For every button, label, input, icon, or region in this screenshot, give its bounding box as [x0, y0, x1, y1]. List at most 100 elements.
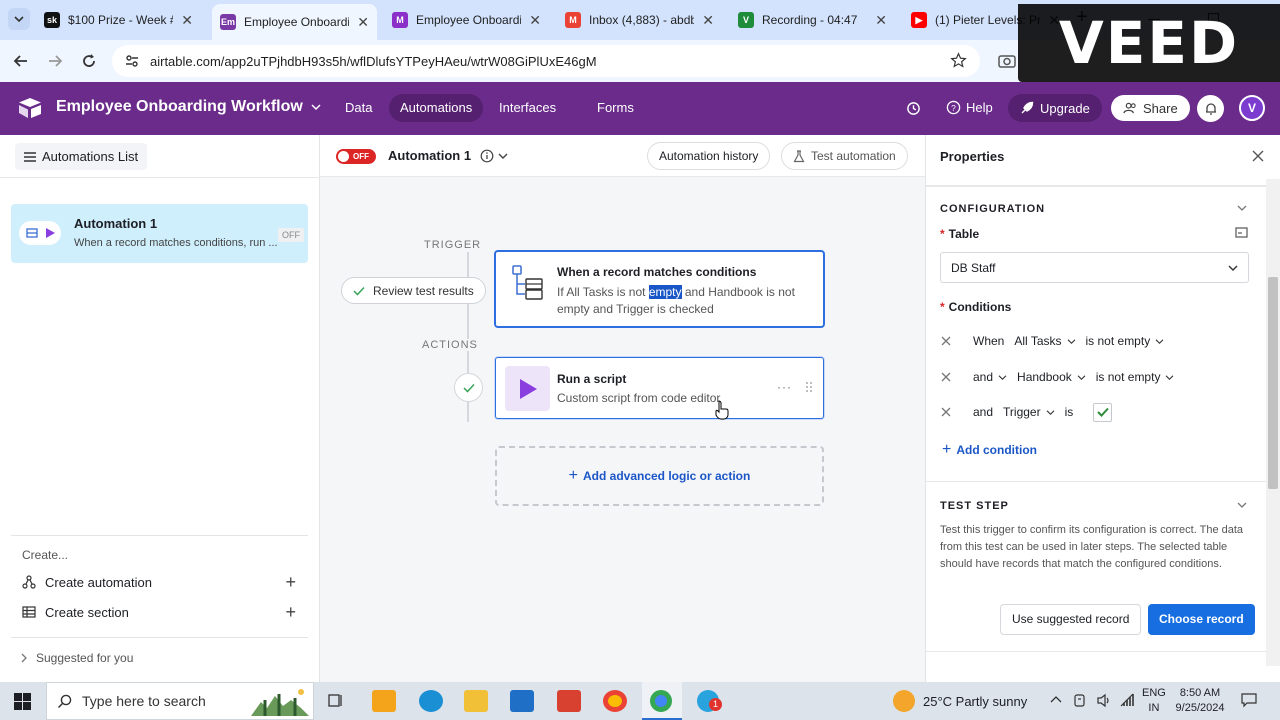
clock[interactable]: 8:50 AM 9/25/2024	[1172, 686, 1228, 716]
action-card[interactable]: Run a script Custom script from code edi…	[495, 357, 824, 420]
play-icon	[519, 378, 537, 399]
users-icon	[1123, 102, 1136, 113]
condition-field-select[interactable]: All Tasks	[1014, 334, 1085, 348]
review-test-results-button[interactable]: Review test results	[341, 277, 486, 304]
automation-title[interactable]: Automation 1	[388, 148, 508, 163]
condition-operator-select[interactable]: is not empty	[1096, 370, 1185, 384]
tab-search-button[interactable]	[8, 8, 30, 30]
remove-condition-icon[interactable]	[941, 407, 951, 417]
url-bar[interactable]: airtable.com/app2uTPjhdbH93s5h/wflDlufsY…	[112, 45, 980, 77]
language-indicator[interactable]: ENG IN	[1142, 686, 1166, 716]
browser-tab[interactable]: V Recording - 04:47 ✕	[730, 6, 895, 34]
volume-icon[interactable]	[1096, 693, 1112, 708]
condition-field-select[interactable]: Handbook	[1017, 370, 1096, 384]
weather-widget[interactable]: 25°C Partly sunny	[893, 690, 1027, 712]
chevron-down-icon	[14, 16, 24, 23]
reload-icon[interactable]	[80, 52, 98, 70]
remove-condition-icon[interactable]	[941, 336, 951, 346]
table-preview-icon[interactable]	[1235, 227, 1248, 238]
create-label: Create...	[22, 548, 69, 562]
chevron-down-icon[interactable]	[498, 151, 508, 161]
tray-chevron-icon[interactable]	[1050, 695, 1062, 703]
back-icon[interactable]	[12, 52, 30, 70]
collapse-config-icon[interactable]	[1237, 204, 1247, 212]
taskbar-search-box[interactable]: Type here to search	[46, 682, 314, 720]
edge-icon[interactable]	[419, 690, 443, 712]
close-tab-icon[interactable]: ✕	[702, 12, 714, 29]
condition-joiner-select[interactable]: and	[973, 370, 1017, 384]
app-red-icon[interactable]	[557, 690, 581, 712]
check-icon	[353, 286, 365, 296]
automation-toggle[interactable]: OFF	[336, 149, 376, 164]
browser-tab[interactable]: sk $100 Prize - Week #1 ✕	[36, 6, 201, 34]
bookmark-star-icon[interactable]	[950, 52, 967, 69]
share-button[interactable]: Share	[1111, 95, 1190, 121]
table-select[interactable]: DB Staff	[940, 252, 1249, 283]
condition-checkbox[interactable]	[1093, 402, 1113, 422]
tab-title: Inbox (4,883) - abdbh	[589, 13, 695, 27]
nav-automations[interactable]: Automations	[389, 94, 484, 122]
telegram-icon[interactable]: 1	[697, 690, 722, 712]
check-icon	[462, 383, 475, 393]
airtable-logo-icon[interactable]	[18, 97, 42, 119]
use-suggested-record-button[interactable]: Use suggested record	[1000, 604, 1142, 635]
remove-condition-icon[interactable]	[941, 372, 951, 382]
base-title[interactable]: Employee Onboarding Workflow	[56, 98, 321, 116]
browser-tab[interactable]: M Employee Onboardin ✕	[384, 6, 549, 34]
automations-list-button[interactable]: Automations List	[15, 143, 148, 170]
file-explorer-icon[interactable]	[464, 690, 488, 712]
nav-interfaces[interactable]: Interfaces	[488, 94, 567, 122]
wifi-icon[interactable]	[1119, 693, 1135, 708]
trigger-card[interactable]: When a record matches conditions If All …	[494, 250, 825, 328]
add-condition-button[interactable]: + Add condition	[942, 441, 1037, 459]
nav-data[interactable]: Data	[334, 94, 383, 122]
properties-scrollbar[interactable]	[1266, 179, 1280, 666]
search-icon	[57, 694, 72, 708]
site-settings-icon[interactable]	[124, 53, 140, 69]
create-section-button[interactable]: Create section +	[22, 602, 300, 622]
test-automation-button[interactable]: Test automation	[781, 142, 908, 170]
choose-record-button[interactable]: Choose record	[1148, 604, 1255, 635]
chrome-icon[interactable]	[603, 690, 627, 712]
automation-history-button[interactable]: Automation history	[647, 142, 771, 170]
status-badge: OFF	[278, 228, 304, 242]
action-center-icon[interactable]	[1241, 692, 1257, 708]
suggested-section[interactable]: Suggested for you	[20, 651, 133, 665]
browser-tab[interactable]: M Inbox (4,883) - abdbh ✕	[557, 6, 722, 34]
close-tab-icon[interactable]: ✕	[529, 12, 541, 29]
condition-field-select[interactable]: Trigger	[1003, 405, 1065, 419]
close-tab-icon[interactable]: ✕	[875, 12, 887, 29]
automation-list-item[interactable]: Automation 1 When a record matches condi…	[11, 204, 308, 263]
browser-tab[interactable]: Em Employee Onboardin ✕	[212, 4, 377, 40]
drag-handle-icon[interactable]	[805, 381, 813, 393]
microsoft-store-icon[interactable]	[372, 690, 396, 712]
upgrade-button[interactable]: Upgrade	[1008, 94, 1102, 122]
history-icon[interactable]	[906, 101, 921, 116]
scrollbar-thumb[interactable]	[1268, 277, 1278, 489]
plus-icon: +	[942, 441, 952, 458]
avatar[interactable]: V	[1239, 95, 1265, 121]
windows-start-icon[interactable]	[14, 693, 31, 710]
screenshot-icon[interactable]	[998, 53, 1016, 69]
create-automation-button[interactable]: Create automation +	[22, 572, 300, 592]
condition-operator-select[interactable]: is not empty	[1086, 334, 1175, 348]
notifications-button[interactable]	[1197, 95, 1224, 122]
info-icon[interactable]	[480, 149, 494, 163]
trigger-label: TRIGGER	[424, 239, 482, 251]
app-header: Employee Onboarding Workflow Data Automa…	[0, 82, 1280, 135]
more-options-icon[interactable]: ···	[777, 380, 792, 394]
forward-icon[interactable]	[46, 52, 64, 70]
close-icon[interactable]	[1252, 150, 1264, 162]
gmail-favicon: M	[565, 12, 581, 28]
close-tab-icon[interactable]: ✕	[357, 14, 369, 31]
chrome-active-icon[interactable]	[642, 682, 682, 720]
help-button[interactable]: ? Help	[946, 100, 993, 115]
mail-icon[interactable]	[510, 690, 534, 712]
task-view-icon[interactable]	[327, 692, 345, 710]
add-action-button[interactable]: + Add advanced logic or action	[495, 446, 824, 506]
tab-title: Employee Onboardin	[416, 13, 522, 27]
close-tab-icon[interactable]: ✕	[181, 12, 193, 29]
nav-forms[interactable]: Forms	[586, 94, 645, 122]
tray-meet-icon[interactable]	[1072, 693, 1087, 708]
collapse-test-icon[interactable]	[1237, 501, 1247, 509]
